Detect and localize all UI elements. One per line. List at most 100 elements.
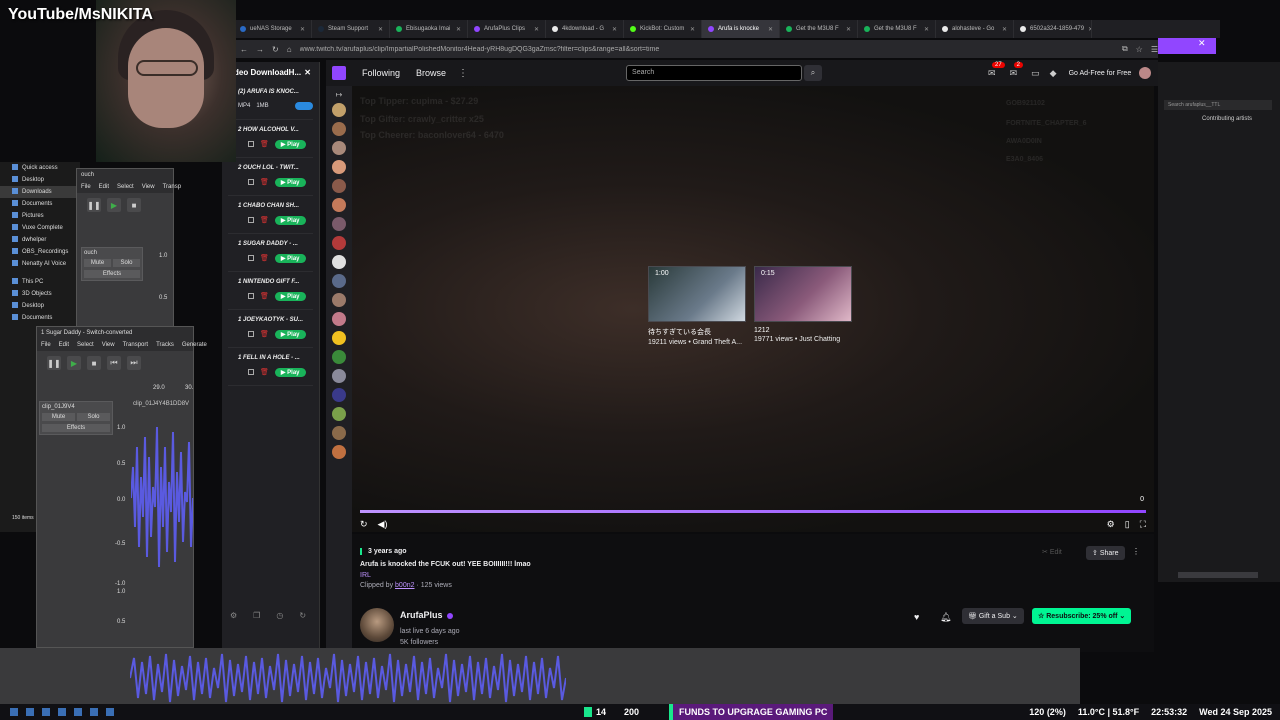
tab-close-icon[interactable]: ✕ — [300, 26, 305, 33]
pause-button[interactable]: ❚❚ — [47, 356, 61, 370]
taskbar-app-icon[interactable] — [26, 708, 34, 716]
nav-following[interactable]: Following — [362, 68, 400, 78]
menu-file[interactable]: File — [81, 184, 91, 190]
followed-channel-avatar[interactable] — [332, 255, 346, 269]
play-button[interactable]: ▶ Play — [274, 215, 306, 225]
browser-tab[interactable]: 6502a324-1859-479✕ — [1014, 20, 1092, 38]
notifications-icon[interactable]: ✉ 27 — [988, 61, 1005, 79]
search-input[interactable]: Search — [626, 65, 803, 81]
trash-icon[interactable]: 🗑︎ — [260, 292, 269, 300]
theater-mode-icon[interactable]: ▯ — [1125, 519, 1130, 530]
menu-select[interactable]: Select — [117, 184, 134, 190]
explorer-item[interactable]: Pictures — [0, 210, 80, 222]
fullscreen-icon[interactable]: ⛶ — [1140, 519, 1146, 530]
tab-close-icon[interactable]: ✕ — [1002, 26, 1007, 33]
explorer-item[interactable]: Quick access — [0, 162, 80, 174]
tab-close-icon[interactable]: ✕ — [378, 26, 383, 33]
browser-tab[interactable]: 4kdownload - G ✕ — [546, 20, 624, 38]
edit-button[interactable]: ✂ Edit — [1042, 548, 1062, 556]
followed-channel-avatar[interactable] — [332, 445, 346, 459]
browser-tab[interactable]: Ebisugaoka Imai ✕ — [390, 20, 468, 38]
pause-button[interactable]: ❚❚ — [87, 198, 101, 212]
mute-button[interactable]: Mute — [42, 413, 75, 421]
followed-channel-avatar[interactable] — [332, 350, 346, 364]
download-item[interactable]: (2) ARUFA IS KNOC... MP4 1MB — [228, 86, 313, 120]
progress-bar[interactable] — [360, 510, 1146, 513]
browser-tab[interactable]: alohasteve - Go ✕ — [936, 20, 1014, 38]
tab-close-icon[interactable]: ✕ — [690, 26, 695, 33]
followed-channel-avatar[interactable] — [332, 312, 346, 326]
tab-close-icon[interactable]: ✕ — [1088, 26, 1091, 33]
video-player[interactable]: Top Tipper: cupima - $27.29 Top Gifter: … — [352, 86, 1154, 532]
column-header[interactable]: Contributing artists — [1202, 116, 1252, 122]
twitch-logo[interactable] — [332, 66, 346, 80]
play-button[interactable]: ▶ Play — [274, 253, 306, 263]
replay-icon[interactable]: ↻ — [360, 519, 368, 530]
menu-tracks[interactable]: Tracks — [156, 342, 174, 348]
select-checkbox[interactable] — [248, 255, 254, 261]
browser-tab[interactable]: Get the M3U8 F ✕ — [858, 20, 936, 38]
play-button[interactable]: ▶ Play — [274, 177, 306, 187]
tab-close-icon[interactable]: ✕ — [534, 26, 539, 33]
play-button[interactable]: ▶ — [67, 356, 81, 370]
clip-thumbnail[interactable]: 0:15 — [754, 266, 852, 322]
taskbar-app-icon[interactable] — [74, 708, 82, 716]
adfree-button[interactable]: Go Ad-Free for Free — [1069, 70, 1132, 77]
menu-edit[interactable]: Edit — [59, 342, 69, 348]
extension-banner[interactable] — [1158, 38, 1216, 54]
select-checkbox[interactable] — [248, 217, 254, 223]
whisper-icon[interactable]: ▭ — [1031, 68, 1040, 79]
play-button[interactable]: ▶ Play — [274, 291, 306, 301]
download-item[interactable]: 2 HOW ALCOHOL V... 🗑︎ ▶ Play — [228, 124, 313, 158]
followed-channel-avatar[interactable] — [332, 331, 346, 345]
tab-close-icon[interactable]: ✕ — [924, 26, 929, 33]
forward-icon[interactable]: → — [256, 45, 264, 54]
browser-tab[interactable]: Arufa is knocke ✕ — [702, 20, 780, 38]
collapse-icon[interactable]: ↦ — [326, 90, 352, 99]
explorer-search-input[interactable]: Search arufaplus__TTL — [1164, 100, 1272, 110]
explorer-item[interactable]: Nenatty AI Voice — [0, 258, 80, 270]
download-item[interactable]: 1 SUGAR DADDY - ... 🗑︎ ▶ Play — [228, 238, 313, 272]
taskbar-app-icon[interactable] — [90, 708, 98, 716]
play-button[interactable]: ▶ — [107, 198, 121, 212]
followed-channel-avatar[interactable] — [332, 407, 346, 421]
play-button[interactable]: ▶ Play — [274, 139, 306, 149]
stop-button[interactable]: ■ — [127, 198, 141, 212]
bell-icon[interactable]: 🔔︎ — [940, 612, 951, 623]
waveform-track[interactable] — [131, 407, 193, 589]
explorer-item[interactable]: Downloads — [0, 186, 80, 198]
inbox-icon[interactable]: ✉ 2 — [1010, 61, 1023, 79]
menu-view[interactable]: View — [142, 184, 155, 190]
download-item[interactable]: 1 CHABO CHAN SH... 🗑︎ ▶ Play — [228, 200, 313, 234]
taskbar-app-icon[interactable] — [106, 708, 114, 716]
mute-button[interactable]: Mute — [84, 259, 111, 267]
select-checkbox[interactable] — [248, 179, 254, 185]
menu-transport[interactable]: Transp — [163, 184, 181, 190]
followed-channel-avatar[interactable] — [332, 369, 346, 383]
tab-close-icon[interactable]: ✕ — [846, 26, 851, 33]
explorer-item[interactable]: Documents — [0, 312, 80, 324]
trash-icon[interactable]: 🗑︎ — [260, 178, 269, 186]
menu-icon[interactable]: ☰ — [1151, 45, 1158, 54]
tab-close-icon[interactable]: ✕ — [456, 26, 461, 33]
trash-icon[interactable]: 🗑︎ — [260, 216, 269, 224]
followed-channel-avatar[interactable] — [332, 217, 346, 231]
effects-button[interactable]: Effects — [84, 270, 140, 278]
volume-icon[interactable]: ◀) — [378, 519, 388, 530]
download-item[interactable]: 1 NINTENDO GIFT F... 🗑︎ ▶ Play — [228, 276, 313, 310]
browser-tab[interactable]: Steam Support ✕ — [312, 20, 390, 38]
followed-channel-avatar[interactable] — [332, 388, 346, 402]
skip-end-button[interactable]: ⏭ — [127, 356, 141, 370]
explorer-item[interactable]: dwhelper — [0, 234, 80, 246]
bits-icon[interactable]: ◆ — [1050, 68, 1057, 79]
followed-channel-avatar[interactable] — [332, 274, 346, 288]
more-icon[interactable]: ⋮ — [458, 68, 468, 79]
home-icon[interactable]: ⌂ — [287, 45, 292, 54]
taskbar-app-icon[interactable] — [58, 708, 66, 716]
extensions-icon[interactable]: ⧉ — [1122, 44, 1128, 54]
download-item[interactable]: 1 FELL IN A HOLE - ... 🗑︎ ▶ Play — [228, 352, 313, 386]
clip-thumbnail[interactable]: 1:00 — [648, 266, 746, 322]
resubscribe-button[interactable]: ☆ Resubscribe: 25% off ⌄ — [1032, 608, 1132, 624]
trash-icon[interactable]: 🗑︎ — [260, 368, 269, 376]
search-icon[interactable]: ⌕ — [804, 65, 823, 81]
